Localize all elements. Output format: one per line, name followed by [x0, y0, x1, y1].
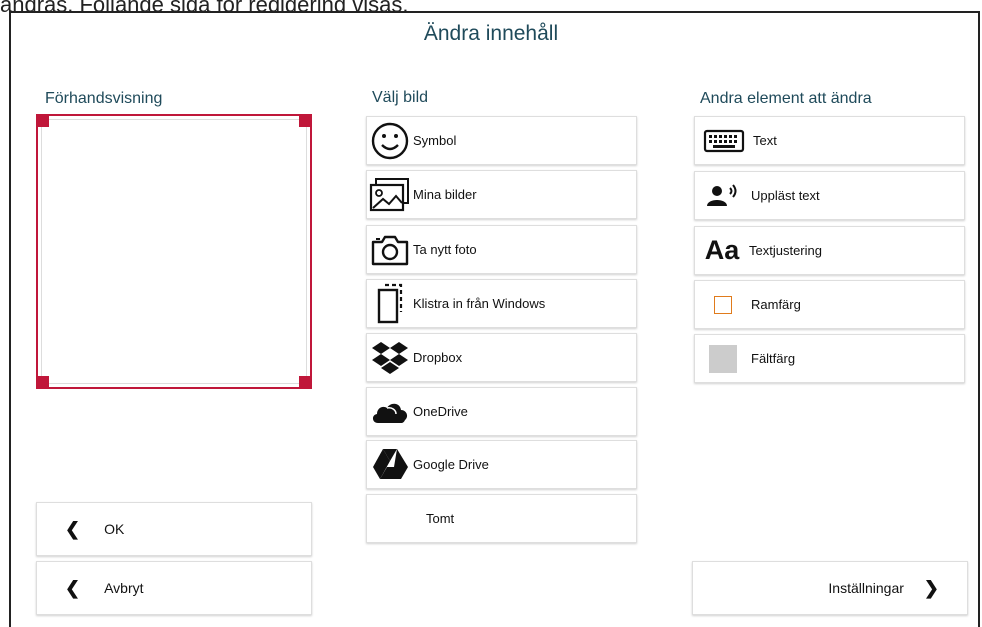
- settings-button[interactable]: Inställningar ❯: [692, 561, 968, 615]
- text-alignment-button[interactable]: Aa Textjustering: [694, 226, 965, 275]
- my-pictures-label: Mina bilder: [413, 187, 477, 202]
- frame-color-label: Ramfärg: [751, 297, 801, 312]
- fill-color-swatch: [695, 344, 751, 373]
- google-drive-label: Google Drive: [413, 457, 489, 472]
- dropbox-label: Dropbox: [413, 350, 463, 365]
- ok-label: OK: [104, 521, 125, 537]
- dropbox-button[interactable]: Dropbox: [366, 333, 637, 382]
- settings-label: Inställningar: [828, 580, 904, 596]
- read-text-label: Uppläst text: [751, 188, 820, 203]
- frame-color-button[interactable]: Ramfärg: [694, 280, 965, 329]
- symbol-label: Symbol: [413, 133, 457, 148]
- font-aa-icon: Aa: [704, 235, 740, 265]
- symbol-button[interactable]: Symbol: [366, 116, 637, 165]
- google-drive-button[interactable]: Google Drive: [366, 440, 637, 489]
- fill-color-button[interactable]: Fältfärg: [694, 334, 965, 383]
- cancel-button[interactable]: ❮ Avbryt: [36, 561, 312, 615]
- dropbox-icon: [367, 340, 413, 376]
- camera-icon: [367, 233, 413, 267]
- empty-label: Tomt: [426, 511, 455, 526]
- chevron-left-icon: ❮: [65, 577, 81, 598]
- ok-button[interactable]: ❮ OK: [36, 502, 312, 556]
- onedrive-button[interactable]: OneDrive: [366, 387, 637, 436]
- speaker-person-icon: [695, 183, 751, 208]
- choose-image-heading: Välj bild: [372, 89, 429, 106]
- frame-color-swatch: [695, 295, 751, 314]
- paste-icon: [367, 282, 413, 326]
- keyboard-icon: [695, 129, 753, 153]
- resize-handle-bottom-left[interactable]: [38, 376, 49, 387]
- preview-canvas: [41, 119, 307, 384]
- pictures-icon: [367, 177, 413, 213]
- resize-handle-top-left[interactable]: [38, 116, 49, 127]
- onedrive-label: OneDrive: [413, 404, 468, 419]
- preview-area[interactable]: [36, 114, 312, 389]
- chevron-left-icon: ❮: [65, 518, 81, 539]
- paste-windows-button[interactable]: Klistra in från Windows: [366, 279, 637, 328]
- text-button[interactable]: Text: [694, 116, 965, 165]
- preview-heading: Förhandsvisning: [45, 90, 163, 107]
- chevron-right-icon: ❯: [923, 577, 939, 598]
- take-photo-button[interactable]: Ta nytt foto: [366, 225, 637, 274]
- onedrive-icon: [367, 399, 413, 425]
- dialog-title: Ändra innehåll: [423, 22, 559, 45]
- text-alignment-label: Textjustering: [749, 243, 822, 258]
- resize-handle-bottom-right[interactable]: [299, 376, 310, 387]
- read-text-button[interactable]: Uppläst text: [694, 171, 965, 220]
- empty-button[interactable]: Tomt: [366, 494, 637, 543]
- other-elements-heading: Andra element att ändra: [700, 90, 872, 107]
- google-drive-icon: [367, 447, 413, 483]
- fill-color-label: Fältfärg: [751, 351, 796, 366]
- paste-windows-label: Klistra in från Windows: [413, 296, 546, 311]
- resize-handle-top-right[interactable]: [299, 116, 310, 127]
- cancel-label: Avbryt: [104, 580, 144, 596]
- smiley-icon: [367, 121, 413, 161]
- take-photo-label: Ta nytt foto: [413, 242, 477, 257]
- my-pictures-button[interactable]: Mina bilder: [366, 170, 637, 219]
- text-label: Text: [753, 133, 777, 148]
